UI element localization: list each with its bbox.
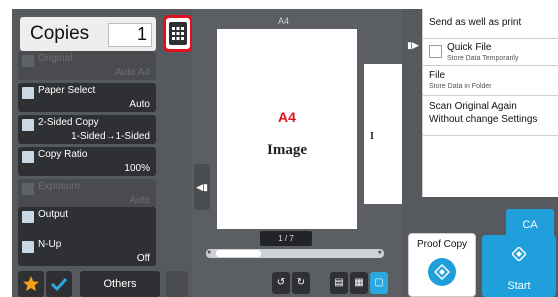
scroll-left-icon[interactable]: ● xyxy=(207,249,211,256)
page-size-label: A4 xyxy=(278,16,290,26)
function-value: Auto A4 xyxy=(114,67,150,78)
single-page-view-button[interactable]: ▤ xyxy=(330,272,348,294)
function-name: N-Up xyxy=(38,239,62,250)
two-sided-copy-button[interactable]: 2-Sided Copy 1-Sided→1-Sided xyxy=(18,115,156,144)
paper-select-button[interactable]: Paper Select Auto xyxy=(18,83,156,112)
function-name: Copy Ratio xyxy=(38,149,88,160)
pages-icon: ▢ xyxy=(374,277,384,288)
function-value: Off xyxy=(136,253,150,264)
collapse-left-panel-button[interactable]: ◀▮ xyxy=(194,164,210,210)
exposure-button: Exposure Auto xyxy=(18,179,156,208)
scroll-right-icon[interactable]: ● xyxy=(378,249,382,256)
list-view-icon: ▤ xyxy=(334,277,344,288)
function-value: 1-Sided→1-Sided xyxy=(71,131,150,142)
rotate-left-button[interactable]: ↺ xyxy=(272,272,290,294)
n-up-button[interactable]: N-Up Off xyxy=(18,237,156,266)
copy-ratio-button[interactable]: Copy Ratio 100% xyxy=(18,147,156,176)
start-label: Start xyxy=(507,280,531,292)
original-button: Original Auto A4 xyxy=(18,51,156,80)
chevron-left-icon: ◀▮ xyxy=(196,182,208,192)
proof-copy-button[interactable]: Proof Copy xyxy=(408,233,476,297)
page-content-partial: I xyxy=(370,131,374,142)
action-panel: ▮▶ Send as well as print Quick File Stor… xyxy=(402,9,558,297)
collapse-right-panel-button[interactable]: ▮▶ xyxy=(406,29,420,61)
function-value: Auto xyxy=(129,195,150,206)
page-size-red: A4 xyxy=(278,109,296,125)
keypad-grid-icon xyxy=(172,27,184,40)
preview-area: A4 A4 Image I ◀▮ 1 / 7 ● ● ↺ ↻ ▤ ▦ ▢ xyxy=(192,9,424,297)
check-button[interactable] xyxy=(46,271,72,297)
chevron-right-icon: ▮▶ xyxy=(407,40,419,50)
action-menu: Send as well as print Quick File Store D… xyxy=(422,9,558,197)
program-icon-button xyxy=(166,271,188,297)
function-name: Output xyxy=(38,209,69,220)
rotate-left-icon: ↺ xyxy=(276,277,286,288)
menu-item-label: Send as well as print xyxy=(429,17,522,28)
others-button[interactable]: Others xyxy=(80,271,160,297)
function-name: Original xyxy=(38,53,73,64)
original-icon xyxy=(22,55,34,67)
copies-box[interactable]: Copies 1 xyxy=(20,17,156,51)
output-button[interactable]: Output xyxy=(18,207,156,240)
function-value: Auto xyxy=(129,99,150,110)
menu-item-label: File xyxy=(429,70,446,81)
copy-screen: Copies 1 Original Auto A4 Paper Select A… xyxy=(0,0,558,297)
star-icon xyxy=(23,276,39,291)
output-icon xyxy=(22,211,34,223)
favorite-button[interactable] xyxy=(18,271,44,297)
ratio-icon xyxy=(22,151,34,163)
function-name: 2-Sided Copy xyxy=(38,117,99,128)
preview-page[interactable]: A4 Image xyxy=(217,29,357,229)
menu-item-label: Quick File xyxy=(447,42,492,53)
quick-file-checkbox[interactable] xyxy=(429,45,442,58)
exposure-icon xyxy=(22,183,34,195)
duplex-icon xyxy=(22,119,34,131)
paper-icon xyxy=(22,87,34,99)
rotate-right-icon: ↻ xyxy=(296,277,306,288)
preview-scrollbar[interactable]: ● ● xyxy=(206,249,384,258)
rotate-right-button[interactable]: ↻ xyxy=(292,272,310,294)
menu-item-sublabel: Store Data Temporarily xyxy=(447,55,519,62)
grid-view-button[interactable]: ▦ xyxy=(350,272,368,294)
page-content: Image xyxy=(267,142,307,158)
thumbnail-view-button[interactable]: ▢ xyxy=(370,272,388,294)
menu-item-sublabel: Store Data in Folder xyxy=(429,83,492,90)
copies-label: Copies xyxy=(30,23,90,44)
quick-file-item[interactable]: Quick File Store Data Temporarily xyxy=(423,39,558,66)
file-item[interactable]: File Store Data in Folder xyxy=(423,66,558,96)
n-up-icon xyxy=(22,241,34,253)
diamond-icon xyxy=(433,263,451,281)
send-and-print-item[interactable]: Send as well as print xyxy=(423,9,558,39)
start-button[interactable]: Start xyxy=(482,235,556,297)
function-value: 100% xyxy=(124,163,150,174)
settings-panel: Copies 1 Original Auto A4 Paper Select A… xyxy=(12,9,193,297)
numeric-keypad-button[interactable] xyxy=(169,22,187,45)
grid-view-icon: ▦ xyxy=(354,277,364,288)
highlight-frame xyxy=(163,15,193,52)
start-diamond-icon xyxy=(512,247,526,261)
proof-copy-icon xyxy=(428,258,456,286)
proof-copy-label: Proof Copy xyxy=(416,239,468,250)
scan-again-item[interactable]: Scan Original Again Without change Setti… xyxy=(423,96,558,136)
function-name: Paper Select xyxy=(38,85,96,96)
copies-count-field[interactable]: 1 xyxy=(108,23,152,47)
check-icon xyxy=(50,277,68,292)
menu-item-label: Scan Original Again Without change Setti… xyxy=(429,101,538,125)
page-indicator: 1 / 7 xyxy=(260,231,312,246)
scrollbar-thumb[interactable] xyxy=(216,250,261,257)
function-name: Exposure xyxy=(38,181,81,192)
